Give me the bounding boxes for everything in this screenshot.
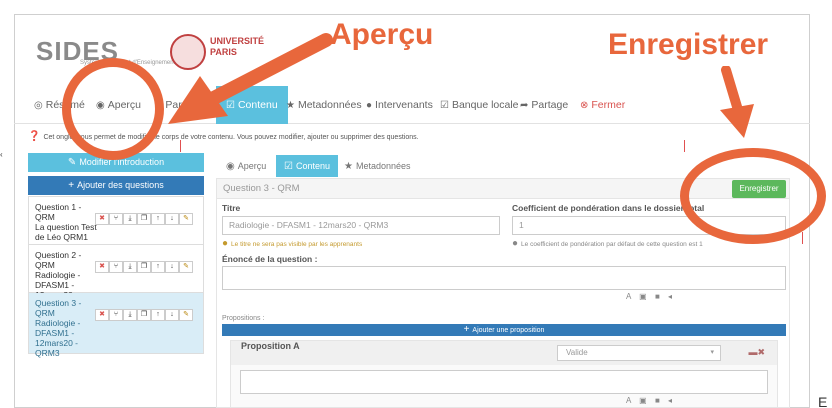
delete-icon[interactable]: ✖ <box>95 261 109 273</box>
share-icon: ➦ <box>520 100 529 111</box>
download-icon[interactable]: ⤓ <box>123 213 137 225</box>
copy-icon[interactable]: ❐ <box>137 213 151 225</box>
pencil-icon[interactable]: ✎ <box>179 261 193 273</box>
font-icon[interactable]: A <box>626 292 634 301</box>
user-icon: ● <box>366 100 373 111</box>
question-item-2[interactable]: Question 2 - QRMRadiologie - DFASM1 - 12… <box>29 245 203 310</box>
arrow-up-icon[interactable]: ↑ <box>151 261 165 273</box>
branch-icon[interactable]: ⑂ <box>109 309 123 321</box>
eye-icon: ◉ <box>226 161 235 172</box>
delete-icon[interactable]: ✖ <box>95 213 109 225</box>
tab-partage[interactable]: ➦ Partage <box>520 86 568 124</box>
edit-icon: ☑ <box>440 100 449 111</box>
annotation-arrow-apercu <box>168 33 333 124</box>
video-icon[interactable]: ■ <box>655 396 663 405</box>
arrow-down-icon[interactable]: ↓ <box>165 309 179 321</box>
audio-icon[interactable]: ◂ <box>668 292 675 301</box>
annotation-apercu: Aperçu <box>330 18 434 51</box>
question-circle-icon: ❓ <box>28 131 41 142</box>
plus-icon: + <box>463 324 470 335</box>
title-hint: ● Le titre ne sera pas visible par les ap… <box>222 238 363 249</box>
star-icon: ★ <box>344 161 353 172</box>
subtab-apercu[interactable]: ◉ Aperçu <box>226 155 266 177</box>
title-label: Titre <box>222 203 241 213</box>
statement-label: Énoncé de la question : <box>222 254 318 264</box>
subtab-contenu[interactable]: ☑ Contenu <box>276 155 338 177</box>
tab-intervenants[interactable]: ● Intervenants <box>366 86 433 124</box>
annotation-tick <box>180 140 181 152</box>
annotation-arrow-save <box>720 66 754 138</box>
coefficient-label: Coefficient de pondération dans le dossi… <box>512 203 705 213</box>
statement-field[interactable] <box>222 266 786 290</box>
arrow-up-icon[interactable]: ↑ <box>151 213 165 225</box>
tab-banque-locale[interactable]: ☑ Banque locale <box>440 86 519 124</box>
arrow-up-icon[interactable]: ↑ <box>151 309 165 321</box>
branch-icon[interactable]: ⑂ <box>109 213 123 225</box>
question-toolbar: ✖ ⑂ ⤓ ❐ ↑ ↓ ✎ <box>95 309 193 321</box>
add-questions-button[interactable]: + Ajouter des questions <box>28 176 204 195</box>
page-mark: E <box>818 394 828 408</box>
copy-icon[interactable]: ❐ <box>137 261 151 273</box>
proposition-validity-select[interactable]: Valide ▾ <box>557 345 721 361</box>
plus-icon: + <box>68 180 75 191</box>
chevron-down-icon: ▾ <box>710 349 714 356</box>
circle-o-icon: ◎ <box>34 100 43 111</box>
delete-proposition-icon[interactable]: ▬✖ <box>748 347 765 358</box>
info-circle-icon: ● <box>512 238 519 249</box>
title-field[interactable]: Radiologie - DFASM1 - 12mars20 - QRM3 <box>222 216 500 235</box>
annotation-enregistrer: Enregistrer <box>608 28 769 61</box>
video-icon[interactable]: ■ <box>655 292 663 301</box>
proposition-text-field[interactable] <box>240 370 768 394</box>
image-icon[interactable]: ▣ <box>639 292 650 301</box>
info-circle-icon: ● <box>222 238 229 249</box>
pencil-icon: ✎ <box>67 157 77 168</box>
question-toolbar: ✖ ⑂ ⤓ ❐ ↑ ↓ ✎ <box>95 213 193 225</box>
media-toolbar: A ▣ ■ ◂ <box>626 292 675 301</box>
edit-icon: ☑ <box>284 161 293 172</box>
tab-fermer[interactable]: ⊗ Fermer <box>580 86 625 124</box>
image-icon[interactable]: ▣ <box>639 396 650 405</box>
add-proposition-button[interactable]: + Ajouter une proposition <box>222 324 786 336</box>
close-circle-icon: ⊗ <box>580 100 589 111</box>
subtab-metadonnees[interactable]: ★ Metadonnées <box>344 155 411 177</box>
question-list: Question 1 - QRM La question Test de Léo … <box>28 196 204 358</box>
download-icon[interactable]: ⤓ <box>123 309 137 321</box>
delete-icon[interactable]: ✖ <box>95 309 109 321</box>
proposition-media-toolbar: A ▣ ■ ◂ <box>626 396 675 405</box>
question-toolbar: ✖ ⑂ ⤓ ❐ ↑ ↓ ✎ <box>95 261 193 273</box>
download-icon[interactable]: ⤓ <box>123 261 137 273</box>
screen: ‹ SIDES Système Intelligent d'Enseigneme… <box>0 0 832 408</box>
audio-icon[interactable]: ◂ <box>668 396 675 405</box>
annotation-circle-apercu <box>62 58 164 160</box>
arrow-down-icon[interactable]: ↓ <box>165 213 179 225</box>
copy-icon[interactable]: ❐ <box>137 309 151 321</box>
annotation-circle-save <box>680 148 826 244</box>
propositions-label: Propositions : <box>222 315 265 322</box>
annotation-tick <box>684 140 685 152</box>
margin-mark: ‹ <box>0 150 3 159</box>
font-icon[interactable]: A <box>626 396 634 405</box>
coefficient-hint: ● Le coefficient de pondération par défau… <box>512 238 703 249</box>
question-item-3[interactable]: Question 3 - QRM Radiologie - DFASM1 - 12… <box>29 293 203 358</box>
pencil-icon[interactable]: ✎ <box>179 309 193 321</box>
annotation-tick <box>802 232 803 244</box>
question-item-1[interactable]: Question 1 - QRM La question Test de Léo … <box>29 197 203 245</box>
branch-icon[interactable]: ⑂ <box>109 261 123 273</box>
arrow-down-icon[interactable]: ↓ <box>165 261 179 273</box>
pencil-icon[interactable]: ✎ <box>179 213 193 225</box>
